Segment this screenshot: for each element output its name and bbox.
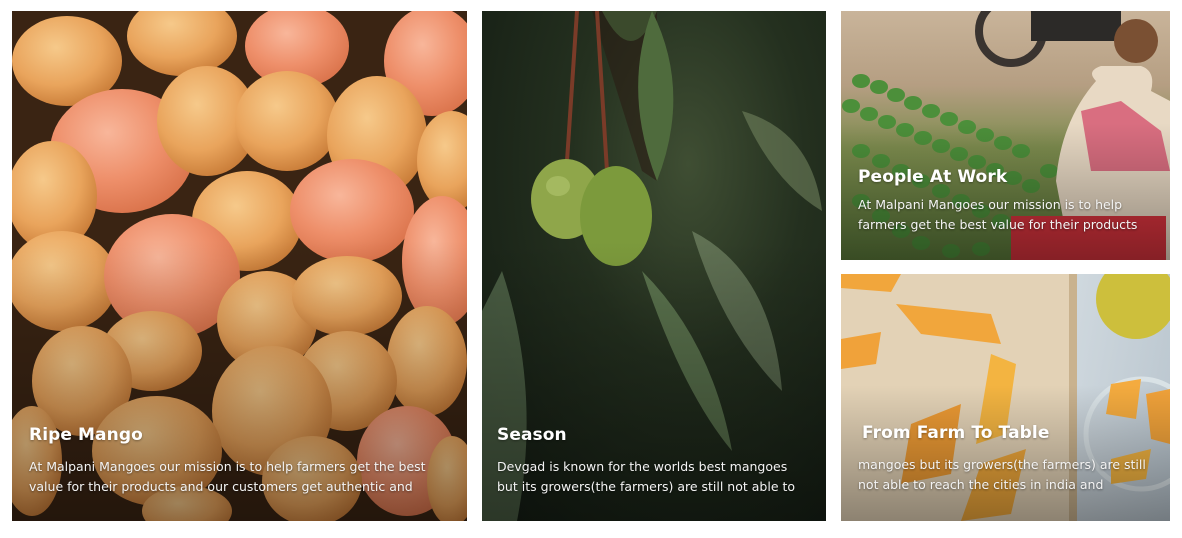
card-description: At Malpani Mangoes our mission is to hel…	[29, 459, 426, 494]
card-title[interactable]: People At Work	[858, 167, 1153, 187]
card-description: Devgad is known for the worlds best mang…	[497, 459, 796, 494]
card-ripe-mango[interactable]: Ripe Mango At Malpani Mangoes our missio…	[12, 11, 467, 521]
card-title[interactable]: Season	[497, 425, 811, 445]
card-season[interactable]: Season Devgad is known for the worlds be…	[482, 11, 826, 521]
card-caption: From Farm To Table mangoes but its growe…	[841, 423, 1170, 495]
card-title[interactable]: Ripe Mango	[29, 425, 450, 445]
card-title[interactable]: From Farm To Table	[858, 423, 1153, 443]
card-caption: People At Work At Malpani Mangoes our mi…	[841, 167, 1170, 235]
card-caption: Ripe Mango At Malpani Mangoes our missio…	[12, 425, 467, 497]
card-people-at-work[interactable]: People At Work At Malpani Mangoes our mi…	[841, 11, 1170, 260]
card-from-farm-to-table[interactable]: From Farm To Table mangoes but its growe…	[841, 274, 1170, 521]
card-description: mangoes but its growers(the farmers) are…	[858, 457, 1146, 492]
card-description: At Malpani Mangoes our mission is to hel…	[858, 197, 1138, 232]
card-caption: Season Devgad is known for the worlds be…	[482, 425, 826, 497]
